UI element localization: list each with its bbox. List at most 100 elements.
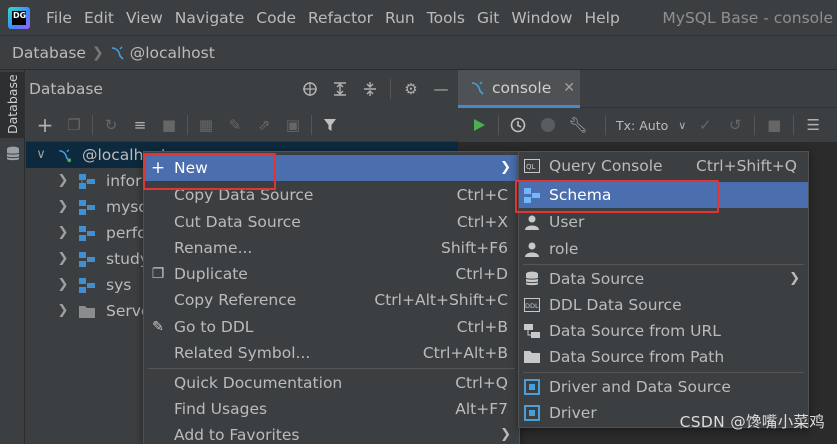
menu-item-user[interactable]: User — [519, 209, 808, 235]
chevron-right-icon: ❯ — [500, 160, 511, 175]
driver-icon — [524, 379, 540, 395]
svg-text:DDL: DDL — [525, 302, 539, 310]
rollback-icon[interactable]: ↺ — [722, 112, 748, 138]
menu-item-query-console[interactable]: QL Query Console Ctrl+Shift+Q — [519, 153, 808, 179]
output-layout-icon[interactable]: ☰ — [800, 112, 826, 138]
copy-icon[interactable]: ❐ — [61, 112, 87, 138]
table-view-icon[interactable]: ▦ — [193, 112, 219, 138]
plus-icon: + — [150, 158, 166, 178]
menu-item-cut-data-source[interactable]: Cut Data Source Ctrl+X — [144, 209, 519, 235]
database-icon[interactable] — [6, 146, 20, 162]
database-stripe-label: Database — [5, 74, 20, 134]
tree-label: perfo — [106, 224, 147, 242]
menu-run[interactable]: Run — [379, 0, 421, 36]
tab-console-label: console — [492, 78, 552, 97]
driver-icon — [524, 405, 540, 421]
menu-item-add-to-favorites[interactable]: Add to Favorites ❯ — [144, 422, 519, 444]
chevron-right-icon[interactable]: ❯ — [56, 298, 70, 324]
app-logo-icon: DG — [8, 6, 30, 29]
menu-item-role[interactable]: role — [519, 236, 808, 262]
menu-navigate[interactable]: Navigate — [169, 0, 251, 36]
left-tool-stripe: Database — [0, 70, 25, 444]
edit-icon[interactable]: ✎ — [222, 112, 248, 138]
tab-console[interactable]: console ✕ — [458, 70, 580, 108]
menu-separator — [523, 372, 804, 373]
chevron-right-icon[interactable]: ❯ — [56, 220, 70, 246]
commit-icon[interactable]: ✓ — [692, 112, 718, 138]
schema-icon — [79, 200, 95, 215]
add-icon[interactable]: + — [32, 112, 58, 138]
menu-item-duplicate[interactable]: ❐ Duplicate Ctrl+D — [144, 261, 519, 287]
menu-item-ddl-data-source[interactable]: DDL DDL Data Source — [519, 292, 808, 318]
crosshair-icon[interactable] — [297, 76, 323, 102]
run-icon[interactable] — [466, 112, 492, 138]
minimize-icon[interactable]: — — [428, 76, 454, 102]
menu-item-data-source-from-url[interactable]: Data Source from URL — [519, 318, 808, 344]
menu-item-driver-and-data-source[interactable]: Driver and Data Source — [519, 374, 808, 400]
database-stripe-tab[interactable]: Database — [0, 72, 25, 138]
chevron-right-icon: ❯ — [789, 271, 800, 286]
filter-icon[interactable] — [317, 112, 343, 138]
menu-edit[interactable]: Edit — [78, 0, 120, 36]
menu-file[interactable]: File — [40, 0, 78, 36]
menu-view[interactable]: View — [120, 0, 169, 36]
menu-item-new[interactable]: + New ❯ — [144, 155, 519, 181]
stop-icon[interactable]: ■ — [156, 112, 182, 138]
tree-label: infor — [106, 172, 142, 190]
editor-toolbar: 🔧︎ Tx: Auto ∨ ✓ ↺ ■ ☰ — [458, 108, 837, 142]
tree-label: mysq — [106, 198, 149, 216]
menu-item-copy-reference[interactable]: Copy Reference Ctrl+Alt+Shift+C — [144, 287, 519, 313]
chevron-right-icon[interactable]: ❯ — [56, 194, 70, 220]
refresh-icon[interactable]: ↻ — [98, 112, 124, 138]
menu-item-rename[interactable]: Rename... Shift+F6 — [144, 235, 519, 261]
menu-tools[interactable]: Tools — [421, 0, 471, 36]
tx-mode-select[interactable]: Tx: Auto — [612, 118, 672, 133]
menu-window[interactable]: Window — [505, 0, 578, 36]
database-icon — [524, 271, 540, 287]
panel-header-actions: ⚙ — — [297, 70, 454, 108]
collapse-all-icon[interactable] — [357, 76, 383, 102]
breadcrumb-current[interactable]: @localhost — [130, 44, 215, 62]
breadcrumb-root[interactable]: Database — [12, 44, 86, 62]
menu-item-related-symbol[interactable]: Related Symbol... Ctrl+Alt+B — [144, 340, 519, 366]
pencil-icon: ✎ — [152, 319, 164, 335]
mysql-datasource-icon — [59, 149, 72, 163]
menu-separator — [523, 264, 804, 265]
history-icon[interactable] — [505, 112, 531, 138]
menu-git[interactable]: Git — [471, 0, 505, 36]
tree-label: sys — [106, 276, 132, 294]
chevron-right-icon[interactable]: ❯ — [56, 272, 70, 298]
breadcrumb: Database ❯ @localhost — [0, 36, 837, 70]
expand-all-icon[interactable] — [327, 76, 353, 102]
menu-item-data-source-from-path[interactable]: Data Source from Path — [519, 344, 808, 370]
chevron-down-icon[interactable]: ∨ — [34, 142, 48, 168]
schema-icon — [79, 252, 95, 267]
stop-icon[interactable]: ■ — [761, 112, 787, 138]
chevron-down-icon[interactable]: ∨ — [676, 112, 688, 138]
chevron-right-icon[interactable]: ❯ — [56, 246, 70, 272]
menu-item-quick-documentation[interactable]: Quick Documentation Ctrl+Q — [144, 370, 519, 396]
schema-filter-icon[interactable]: ≡ — [127, 112, 153, 138]
menu-item-find-usages[interactable]: Find Usages Alt+F7 — [144, 396, 519, 422]
mysql-datasource-icon — [111, 46, 124, 60]
console-icon[interactable]: ▣ — [280, 112, 306, 138]
watermark: CSDN @馋嘴小菜鸡 — [679, 413, 825, 431]
close-icon[interactable]: ✕ — [563, 80, 575, 96]
wrench-icon[interactable]: 🔧︎ — [565, 112, 591, 138]
chevron-right-icon[interactable]: ❯ — [56, 168, 70, 194]
menu-item-data-source[interactable]: Data Source ❯ — [519, 266, 808, 292]
menu-item-schema[interactable]: Schema — [519, 182, 808, 208]
gear-icon[interactable]: ⚙ — [398, 76, 424, 102]
role-icon — [524, 241, 540, 257]
menu-item-copy-data-source[interactable]: Copy Data Source Ctrl+C — [144, 182, 519, 208]
jump-to-source-icon[interactable]: ⇗ — [251, 112, 277, 138]
menu-help[interactable]: Help — [578, 0, 625, 36]
menu-item-go-to-ddl[interactable]: ✎ Go to DDL Ctrl+B — [144, 314, 519, 340]
duplicate-icon: ❐ — [151, 266, 165, 282]
folder-icon — [79, 306, 95, 318]
chevron-right-icon: ❯ — [91, 44, 104, 61]
menu-refactor[interactable]: Refactor — [302, 0, 379, 36]
menu-code[interactable]: Code — [250, 0, 302, 36]
session-icon[interactable] — [535, 112, 561, 138]
editor-tab-bar: console ✕ — [458, 70, 837, 108]
